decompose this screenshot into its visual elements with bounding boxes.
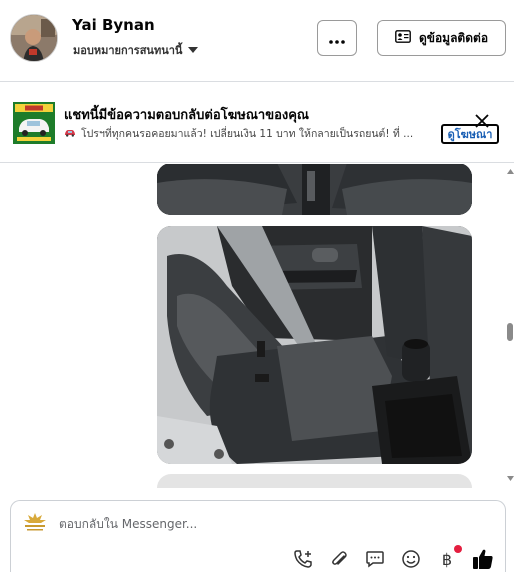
conversation-header: Yai Bynan มอบหมายการสนทนานี้ ดูข้อมูลติด…	[0, 0, 514, 82]
scroll-up-icon[interactable]	[507, 168, 514, 176]
reply-input[interactable]: ตอบกลับใน Messenger...	[59, 515, 197, 534]
add-call-icon[interactable]	[292, 548, 314, 570]
more-options-button[interactable]	[317, 20, 357, 56]
ad-thumbnail[interactable]	[13, 102, 55, 144]
message-photo[interactable]	[157, 474, 472, 488]
emoji-icon[interactable]	[400, 548, 422, 570]
view-contact-info-label: ดูข้อมูลติดต่อ	[418, 30, 489, 45]
car-emoji-icon	[64, 128, 76, 140]
message-photo[interactable]	[157, 164, 472, 215]
message-thread[interactable]	[0, 164, 514, 488]
avatar[interactable]	[10, 14, 58, 62]
page-logo-icon	[22, 511, 48, 533]
ad-banner-title: แชทนี้มีข้อความตอบกลับต่อโฆษณาของคุณ	[64, 108, 309, 123]
contact-card-icon	[395, 30, 411, 46]
ad-reply-banner: แชทนี้มีข้อความตอบกลับต่อโฆษณาของคุณ โปร…	[0, 83, 514, 163]
saved-reply-icon[interactable]	[364, 548, 386, 570]
scrollbar-thumb[interactable]	[507, 323, 513, 341]
assign-label: มอบหมายการสนทนานี้	[73, 44, 183, 57]
view-contact-info-button[interactable]: ดูข้อมูลติดต่อ	[377, 20, 506, 56]
notification-dot	[454, 545, 462, 553]
ad-banner-message: โปรฯที่ทุกคนรอคอยมาแล้ว! เปลี่ยนเงิน 11 …	[81, 128, 414, 140]
contact-name[interactable]: Yai Bynan	[72, 16, 155, 34]
message-photo[interactable]	[157, 226, 472, 464]
ad-banner-text: โปรฯที่ทุกคนรอคอยมาแล้ว! เปลี่ยนเงิน 11 …	[64, 125, 434, 142]
caret-down-icon	[188, 44, 199, 57]
more-dots-icon	[329, 29, 345, 48]
messenger-conversation-panel: Yai Bynan มอบหมายการสนทนานี้ ดูข้อมูลติด…	[0, 0, 514, 572]
assign-conversation-dropdown[interactable]: มอบหมายการสนทนานี้	[73, 41, 199, 59]
like-icon[interactable]	[472, 548, 494, 570]
close-icon[interactable]	[473, 112, 491, 130]
scroll-down-icon[interactable]	[507, 475, 514, 483]
message-composer: ตอบกลับใน Messenger... ฿	[10, 500, 506, 572]
attachment-icon[interactable]	[328, 548, 350, 570]
